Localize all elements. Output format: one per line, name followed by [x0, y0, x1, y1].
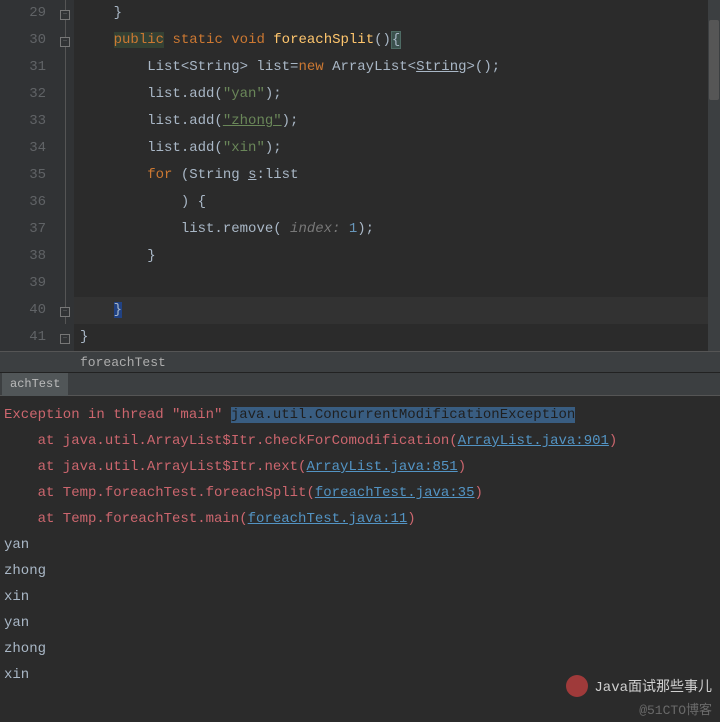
keyword-public: public — [114, 32, 164, 48]
code-token: (String — [172, 167, 248, 183]
stacktrace-link[interactable]: ArrayList.java:851 — [306, 459, 457, 475]
fold-end-icon[interactable]: − — [60, 334, 70, 344]
code-token: ) { — [181, 194, 206, 210]
breadcrumb[interactable]: foreachTest — [0, 351, 720, 373]
code-token: String — [416, 59, 466, 75]
line-number: 34 — [0, 135, 46, 162]
code-content[interactable]: } public static void foreachSplit(){ Lis… — [74, 0, 720, 351]
code-token: list.add( — [147, 86, 223, 102]
watermark: Java面试那些事儿 @51CTO博客 — [566, 675, 712, 718]
fold-end-icon[interactable]: − — [60, 307, 70, 317]
code-token: } — [80, 329, 88, 345]
exception-class: java.util.ConcurrentModificationExceptio… — [231, 407, 575, 423]
line-number: 38 — [0, 243, 46, 270]
keyword-static: static — [172, 32, 222, 48]
brace-selected: } — [114, 302, 122, 318]
scrollbar-thumb[interactable] — [709, 20, 719, 100]
line-number: 29 — [0, 0, 46, 27]
stdout-line: zhong — [4, 563, 46, 579]
code-token: ); — [265, 140, 282, 156]
keyword-for: for — [147, 167, 172, 183]
stdout-line: zhong — [4, 641, 46, 657]
code-editor[interactable]: 29 30 31 32 33 34 35 36 37 38 39 40 41 −… — [0, 0, 720, 351]
wechat-icon — [566, 675, 588, 697]
stdout-line: yan — [4, 537, 29, 553]
stacktrace-text: ) — [407, 511, 415, 527]
number-literal: 1 — [349, 221, 357, 237]
code-token: list.add( — [147, 140, 223, 156]
watermark-attribution: @51CTO博客 — [639, 699, 712, 718]
code-token: ); — [282, 113, 299, 129]
line-number: 35 — [0, 162, 46, 189]
line-number: 33 — [0, 108, 46, 135]
line-number: 37 — [0, 216, 46, 243]
stacktrace-link[interactable]: ArrayList.java:901 — [458, 433, 609, 449]
stdout-line: xin — [4, 589, 29, 605]
keyword-void: void — [231, 32, 265, 48]
string-literal: "xin" — [223, 140, 265, 156]
line-number: 30 — [0, 27, 46, 54]
line-number: 39 — [0, 270, 46, 297]
fold-collapse-icon[interactable]: − — [60, 37, 70, 47]
keyword-new: new — [298, 59, 323, 75]
code-token: list.remove( — [181, 221, 290, 237]
code-token: >(); — [467, 59, 501, 75]
stacktrace-link[interactable]: foreachTest.java:35 — [315, 485, 475, 501]
exception-text: Exception in thread "main" — [4, 407, 231, 423]
console-output[interactable]: Exception in thread "main" java.util.Con… — [0, 396, 720, 722]
code-token: () — [374, 32, 391, 48]
stacktrace-text: at java.util.ArrayList$Itr.next( — [4, 459, 306, 475]
vertical-scrollbar[interactable] — [708, 0, 720, 351]
code-token: ); — [357, 221, 374, 237]
stacktrace-text: at Temp.foreachTest.main( — [4, 511, 248, 527]
method-name: foreachSplit — [273, 32, 374, 48]
line-number: 36 — [0, 189, 46, 216]
code-token: :list — [256, 167, 298, 183]
stacktrace-text: ) — [609, 433, 617, 449]
code-token: list.add( — [147, 113, 223, 129]
fold-collapse-icon[interactable]: − — [60, 10, 70, 20]
string-literal: "yan" — [223, 86, 265, 102]
line-number: 32 — [0, 81, 46, 108]
fold-column: − − − − — [56, 0, 74, 351]
string-literal: "zhong" — [223, 113, 282, 129]
code-token: ); — [265, 86, 282, 102]
line-number: 40 — [0, 297, 46, 324]
line-number: 41 — [0, 324, 46, 351]
stacktrace-text: at Temp.foreachTest.foreachSplit( — [4, 485, 315, 501]
watermark-text: Java面试那些事儿 — [594, 676, 712, 696]
code-token: } — [147, 248, 155, 264]
stacktrace-text: ) — [475, 485, 483, 501]
stacktrace-text: ) — [458, 459, 466, 475]
code-token: List<String> list= — [147, 59, 298, 75]
line-number: 31 — [0, 54, 46, 81]
stdout-line: yan — [4, 615, 29, 631]
console-tab[interactable]: achTest — [2, 373, 68, 396]
brace-match: { — [391, 31, 401, 49]
code-token: ArrayList< — [324, 59, 416, 75]
line-number-gutter: 29 30 31 32 33 34 35 36 37 38 39 40 41 — [0, 0, 56, 351]
stacktrace-link[interactable]: foreachTest.java:11 — [248, 511, 408, 527]
console-tab-bar: achTest — [0, 373, 720, 396]
stdout-line: xin — [4, 667, 29, 683]
stacktrace-text: at java.util.ArrayList$Itr.checkForComod… — [4, 433, 458, 449]
parameter-hint: index: — [290, 221, 349, 237]
code-token: } — [114, 5, 122, 21]
